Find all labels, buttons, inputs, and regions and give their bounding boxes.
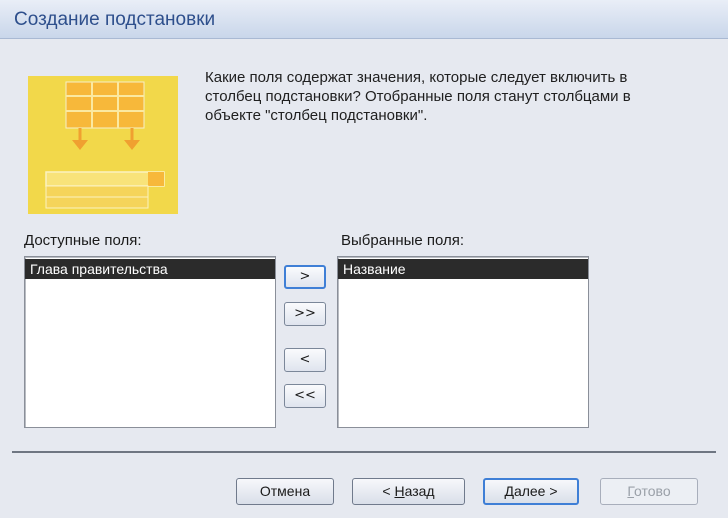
- remove-all-fields-button[interactable]: <<: [284, 384, 326, 408]
- lookup-column-icon: [28, 76, 178, 214]
- dialog-title: Создание подстановки: [14, 9, 216, 30]
- prompt-line: объекте "столбец подстановки".: [205, 107, 428, 124]
- next-button-accel: Д: [504, 483, 514, 499]
- back-button-accel: Н: [394, 483, 405, 499]
- available-fields-label: Доступные поля:: [24, 232, 142, 249]
- add-field-button[interactable]: >: [284, 265, 326, 289]
- list-item[interactable]: Глава правительства: [25, 259, 275, 279]
- back-button[interactable]: < Назад: [352, 478, 465, 505]
- wizard-prompt-text: Какие поля содержат значения, которые сл…: [205, 68, 690, 125]
- selected-fields-list[interactable]: Название: [337, 256, 589, 428]
- cancel-button-label: Отмена: [259, 483, 311, 499]
- list-item[interactable]: Название: [338, 259, 588, 279]
- back-button-label: азад: [404, 483, 435, 499]
- available-fields-list[interactable]: Глава правительства: [24, 256, 276, 428]
- title-bar: Создание подстановки: [0, 0, 728, 39]
- back-button-prefix: <: [382, 483, 395, 499]
- next-button-label: алее >: [513, 483, 558, 499]
- add-all-fields-button[interactable]: >>: [284, 302, 326, 326]
- prompt-line: Какие поля содержат значения, которые сл…: [205, 69, 628, 86]
- finish-button[interactable]: Готово: [600, 478, 698, 505]
- selected-fields-label: Выбранные поля:: [341, 232, 465, 249]
- cancel-button[interactable]: Отмена: [236, 478, 334, 505]
- next-button[interactable]: Далее >: [483, 478, 579, 505]
- wizard-illustration-icon: [28, 76, 178, 214]
- lookup-wizard-dialog: Создание подстановки Какие поля содержат…: [0, 0, 728, 518]
- prompt-line: столбец подстановки? Отобранные поля ста…: [205, 88, 631, 105]
- footer-divider: [12, 451, 716, 453]
- remove-field-button[interactable]: <: [284, 348, 326, 372]
- finish-button-label: отово: [634, 483, 671, 499]
